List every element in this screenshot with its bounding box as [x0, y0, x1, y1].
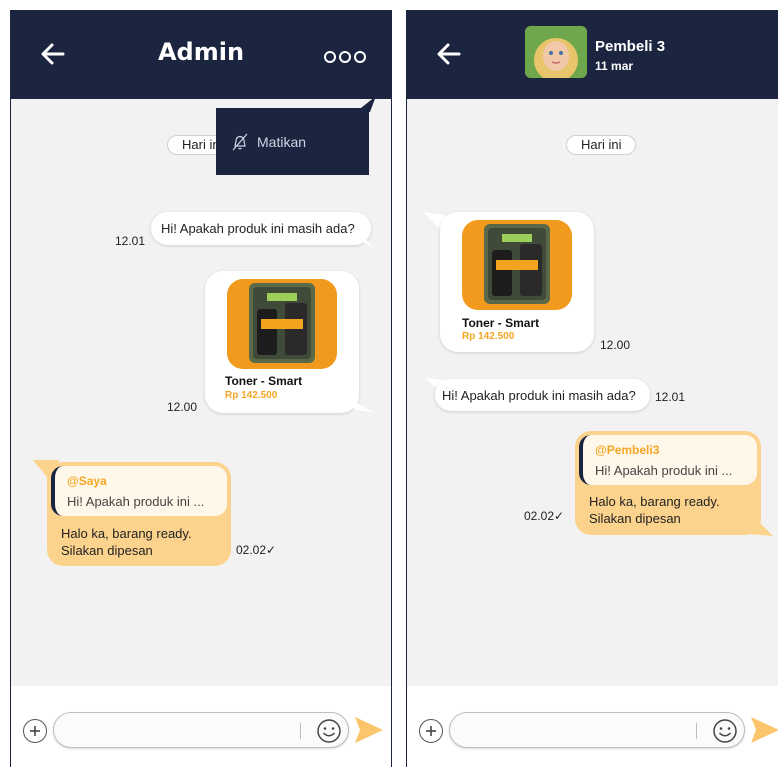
reply-line-1: Halo ka, barang ready.: [589, 494, 720, 509]
product-message-time: 12.00: [600, 338, 631, 352]
plus-icon: [30, 726, 40, 736]
contact-avatar[interactable]: [525, 26, 587, 78]
product-card[interactable]: Toner - Smart Rp 142.500: [440, 212, 594, 352]
chat-header: Pembeli 3 11 mar: [407, 10, 778, 99]
add-attachment-button[interactable]: [419, 719, 443, 743]
quoted-text: Hi! Apakah produk ini ...: [595, 463, 733, 478]
bubble-tail: [347, 398, 373, 412]
reply-time-text: 02.02: [236, 543, 267, 557]
product-name: Toner - Smart: [225, 374, 303, 388]
menu-item-mute-label: Matikan: [257, 134, 307, 150]
contact-date: 11 mar: [595, 59, 634, 73]
incoming-message-bubble[interactable]: Hi! Apakah produk ini masih ada?: [151, 212, 371, 245]
message-input-bar: [11, 686, 391, 767]
quoted-sender: @Pembeli3: [595, 443, 660, 457]
buyer-chat-screen: Pembeli 3 11 mar Hari ini Toner - Smart …: [406, 10, 778, 767]
reply-line-2: Silakan dipesan: [589, 511, 681, 526]
reply-line-1: Halo ka, barang ready.: [61, 526, 192, 541]
reply-time: 02.02✓: [524, 509, 564, 523]
product-image: [227, 279, 337, 369]
message-input[interactable]: [68, 721, 288, 741]
reply-time-text: 02.02: [524, 509, 555, 523]
reply-time: 02.02✓: [236, 543, 276, 557]
field-divider: [300, 723, 301, 739]
field-divider: [696, 723, 697, 739]
options-menu: Matikan: [216, 108, 369, 175]
product-name: Toner - Smart: [462, 316, 540, 330]
product-image: [462, 220, 572, 310]
date-pill: Hari ini: [566, 135, 637, 155]
reply-text: Halo ka, barang ready. Silakan dipesan: [589, 493, 720, 527]
reply-text: Halo ka, barang ready. Silakan dipesan: [61, 525, 192, 559]
outgoing-reply-bubble[interactable]: @Pembeli3 Hi! Apakah produk ini ... Halo…: [575, 431, 761, 535]
product-message-time: 12.00: [167, 400, 198, 414]
bell-off-icon: [232, 133, 248, 151]
check-icon: ✓: [266, 543, 277, 557]
emoji-icon[interactable]: [316, 718, 342, 744]
emoji-icon[interactable]: [712, 718, 738, 744]
incoming-message-text: Hi! Apakah produk ini masih ada?: [442, 388, 636, 403]
quoted-text: Hi! Apakah produk ini ...: [67, 494, 205, 509]
reply-line-2: Silakan dipesan: [61, 543, 153, 558]
incoming-message-time: 12.01: [115, 234, 146, 248]
bubble-tail: [747, 510, 773, 536]
menu-item-mute[interactable]: Matikan: [216, 108, 369, 175]
outgoing-reply-bubble[interactable]: @Saya Hi! Apakah produk ini ... Halo ka,…: [47, 462, 231, 566]
message-field: [449, 712, 745, 748]
add-attachment-button[interactable]: [23, 719, 47, 743]
quoted-message[interactable]: @Saya Hi! Apakah produk ini ...: [51, 466, 227, 516]
product-price: Rp 142.500: [462, 331, 515, 342]
send-icon[interactable]: [750, 716, 778, 744]
message-field: [53, 712, 349, 748]
more-options-icon[interactable]: [323, 50, 367, 64]
incoming-message-bubble[interactable]: Hi! Apakah produk ini masih ada?: [435, 379, 650, 411]
admin-chat-screen: Admin Hari ini Matikan Hi! Apakah produk…: [10, 10, 392, 767]
back-arrow-icon[interactable]: [435, 40, 463, 68]
message-input-bar: [407, 686, 778, 767]
plus-icon: [426, 726, 436, 736]
incoming-message-text: Hi! Apakah produk ini masih ada?: [161, 221, 355, 236]
chat-header: Admin: [11, 10, 391, 99]
quoted-sender: @Saya: [67, 474, 107, 488]
bubble-tail: [351, 235, 375, 249]
product-price: Rp 142.500: [225, 390, 278, 401]
product-card[interactable]: Toner - Smart Rp 142.500: [205, 271, 359, 413]
incoming-message-time: 12.01: [655, 390, 686, 404]
message-input[interactable]: [464, 721, 684, 741]
check-icon: ✓: [554, 509, 565, 523]
quoted-message[interactable]: @Pembeli3 Hi! Apakah produk ini ...: [579, 435, 757, 485]
contact-name: Pembeli 3: [595, 38, 666, 55]
send-icon[interactable]: [354, 716, 384, 744]
